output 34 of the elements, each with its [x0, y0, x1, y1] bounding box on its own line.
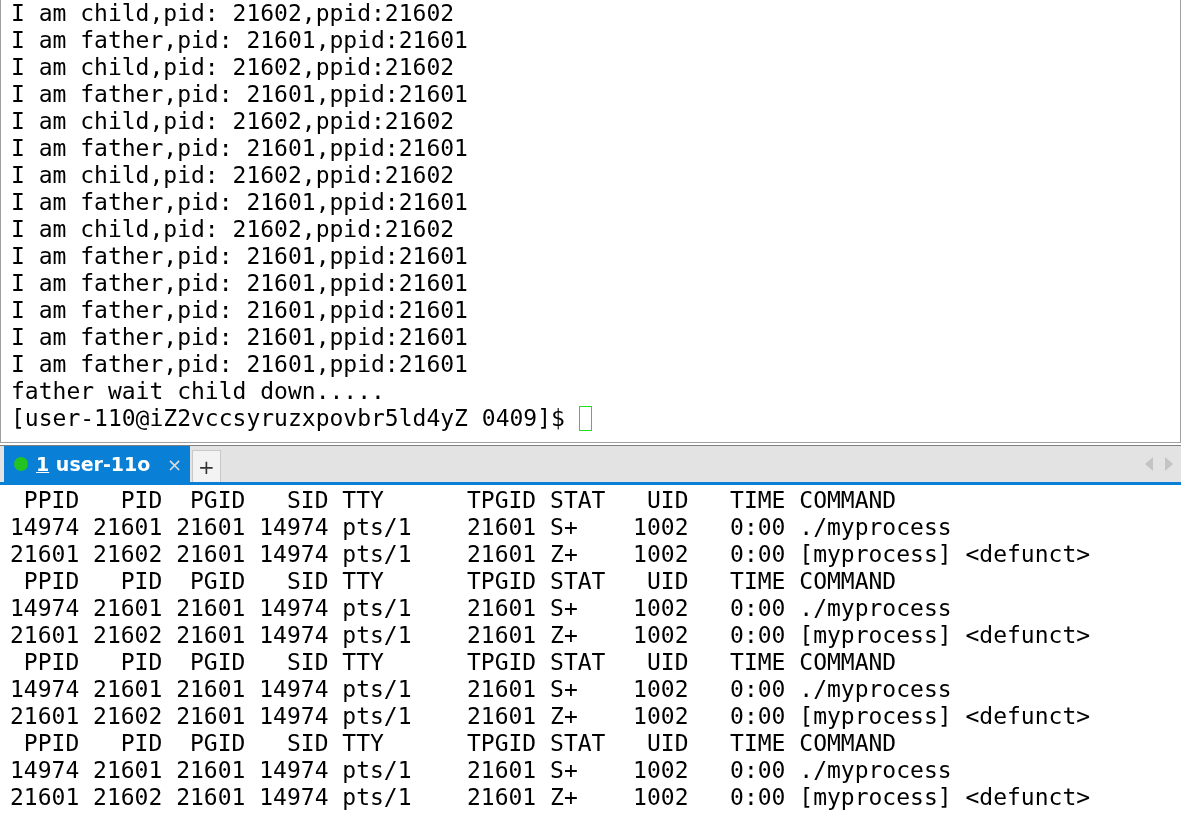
terminal-line: PPID PID PGID SID TTY TPGID STAT UID TIME COMMAND — [22, 487, 897, 514]
terminal-line: I am father,pid: 21601,ppid:21601 — [11, 270, 468, 297]
terminal-line: 14974 21601 21601 14974 pts/1 21601 S+ 1002 0:00 ./myprocess — [10, 514, 952, 541]
scroll-left-icon[interactable] — [1145, 457, 1153, 471]
terminal-line: I am father,pid: 21601,ppid:21601 — [11, 324, 468, 351]
shell-prompt: [user-110@iZ2vccsyruzxpovbr5ld4yZ 0409]$ — [11, 405, 566, 432]
terminal-line: 21601 21602 21601 14974 pts/1 21601 Z+ 1002 0:00 [myprocess] <defunct> — [10, 541, 1091, 568]
new-tab-button[interactable]: + — [192, 450, 221, 482]
terminal-line: 14974 21601 21601 14974 pts/1 21601 S+ 1002 0:00 ./myprocess — [10, 676, 952, 703]
terminal-line: father wait child down..... — [11, 378, 385, 405]
terminal-line: I am child,pid: 21602,ppid:21602 — [11, 216, 455, 243]
terminal-line: I am child,pid: 21602,ppid:21602 — [11, 0, 455, 27]
terminal-line: I am child,pid: 21602,ppid:21602 — [11, 108, 455, 135]
terminal-line: 14974 21601 21601 14974 pts/1 21601 S+ 1002 0:00 ./myprocess — [10, 595, 952, 622]
terminal-line: I am father,pid: 21601,ppid:21601 — [11, 135, 468, 162]
session-tab[interactable]: 1 user-11o × — [4, 446, 190, 482]
terminal-line: 21601 21602 21601 14974 pts/1 21601 Z+ 1002 0:00 [myprocess] <defunct> — [10, 784, 1091, 811]
terminal-line: I am father,pid: 21601,ppid:21601 — [11, 189, 468, 216]
terminal-line: 21601 21602 21601 14974 pts/1 21601 Z+ 1002 0:00 [myprocess] <defunct> — [10, 703, 1091, 730]
terminal-line: I am child,pid: 21602,ppid:21602 — [11, 162, 455, 189]
terminal-line: PPID PID PGID SID TTY TPGID STAT UID TIME COMMAND — [22, 649, 897, 676]
terminal-line: I am father,pid: 21601,ppid:21601 — [11, 351, 468, 378]
text-cursor — [578, 406, 592, 431]
terminal-line: PPID PID PGID SID TTY TPGID STAT UID TIME COMMAND — [22, 730, 897, 757]
terminal-line: I am father,pid: 21601,ppid:21601 — [11, 297, 468, 324]
scroll-right-icon[interactable] — [1165, 457, 1173, 471]
terminal-line: I am father,pid: 21601,ppid:21601 — [11, 27, 468, 54]
terminal-line: 21601 21602 21601 14974 pts/1 21601 Z+ 1002 0:00 [myprocess] <defunct> — [10, 622, 1091, 649]
terminal-line: I am child,pid: 21602,ppid:21602 — [11, 54, 455, 81]
terminal-line: PPID PID PGID SID TTY TPGID STAT UID TIME COMMAND — [22, 568, 897, 595]
close-icon[interactable]: × — [166, 453, 182, 475]
terminal-line: I am father,pid: 21601,ppid:21601 — [11, 81, 468, 108]
terminal-line: 14974 21601 21601 14974 pts/1 21601 S+ 1002 0:00 ./myprocess — [10, 757, 952, 784]
terminal-line: I am father,pid: 21601,ppid:21601 — [11, 243, 468, 270]
